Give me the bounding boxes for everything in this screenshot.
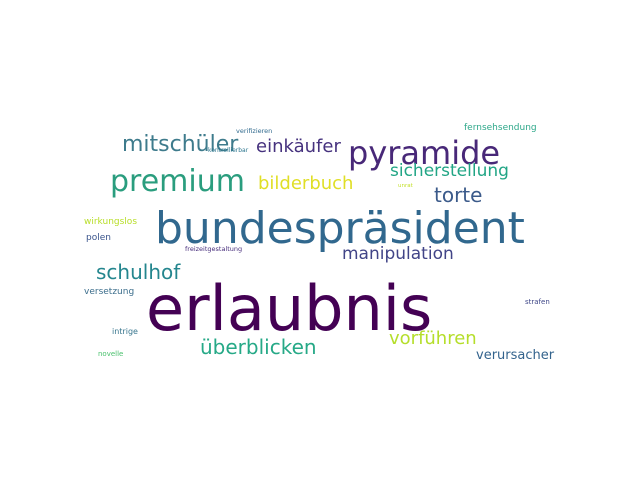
word-premium: premium [110, 164, 245, 199]
word-unrat: unrat [398, 183, 413, 189]
word-novelle: novelle [98, 350, 124, 358]
word-verursacher: verursacher [476, 348, 555, 363]
word-versetzung: versetzung [84, 287, 135, 297]
word-bilderbuch: bilderbuch [258, 173, 354, 194]
word-freizeitgestaltung: freizeitgestaltung [185, 245, 243, 253]
word-einkaufer: einkäufer [256, 136, 341, 157]
word-cloud: erlaubnis bundespräsident pyramide premium m… [0, 0, 640, 480]
word-kontrollierbar: kontrollierbar [208, 147, 249, 154]
word-intrige: intrige [112, 327, 138, 336]
word-verifizieren: verifizieren [236, 127, 273, 135]
word-wirkungslos: wirkungslos [84, 217, 138, 227]
word-sicherstellung: sicherstellung [390, 161, 509, 181]
word-uberblicken: überblicken [200, 335, 317, 359]
word-polen: polen [86, 233, 111, 243]
word-strafen: strafen [525, 298, 550, 306]
word-vorfuhren: vorführen [389, 328, 477, 349]
word-schulhof: schulhof [96, 260, 181, 284]
word-torte: torte [434, 183, 483, 207]
word-manipulation: manipulation [342, 244, 454, 264]
word-fernsehsendung: fernsehsendung [464, 123, 537, 133]
